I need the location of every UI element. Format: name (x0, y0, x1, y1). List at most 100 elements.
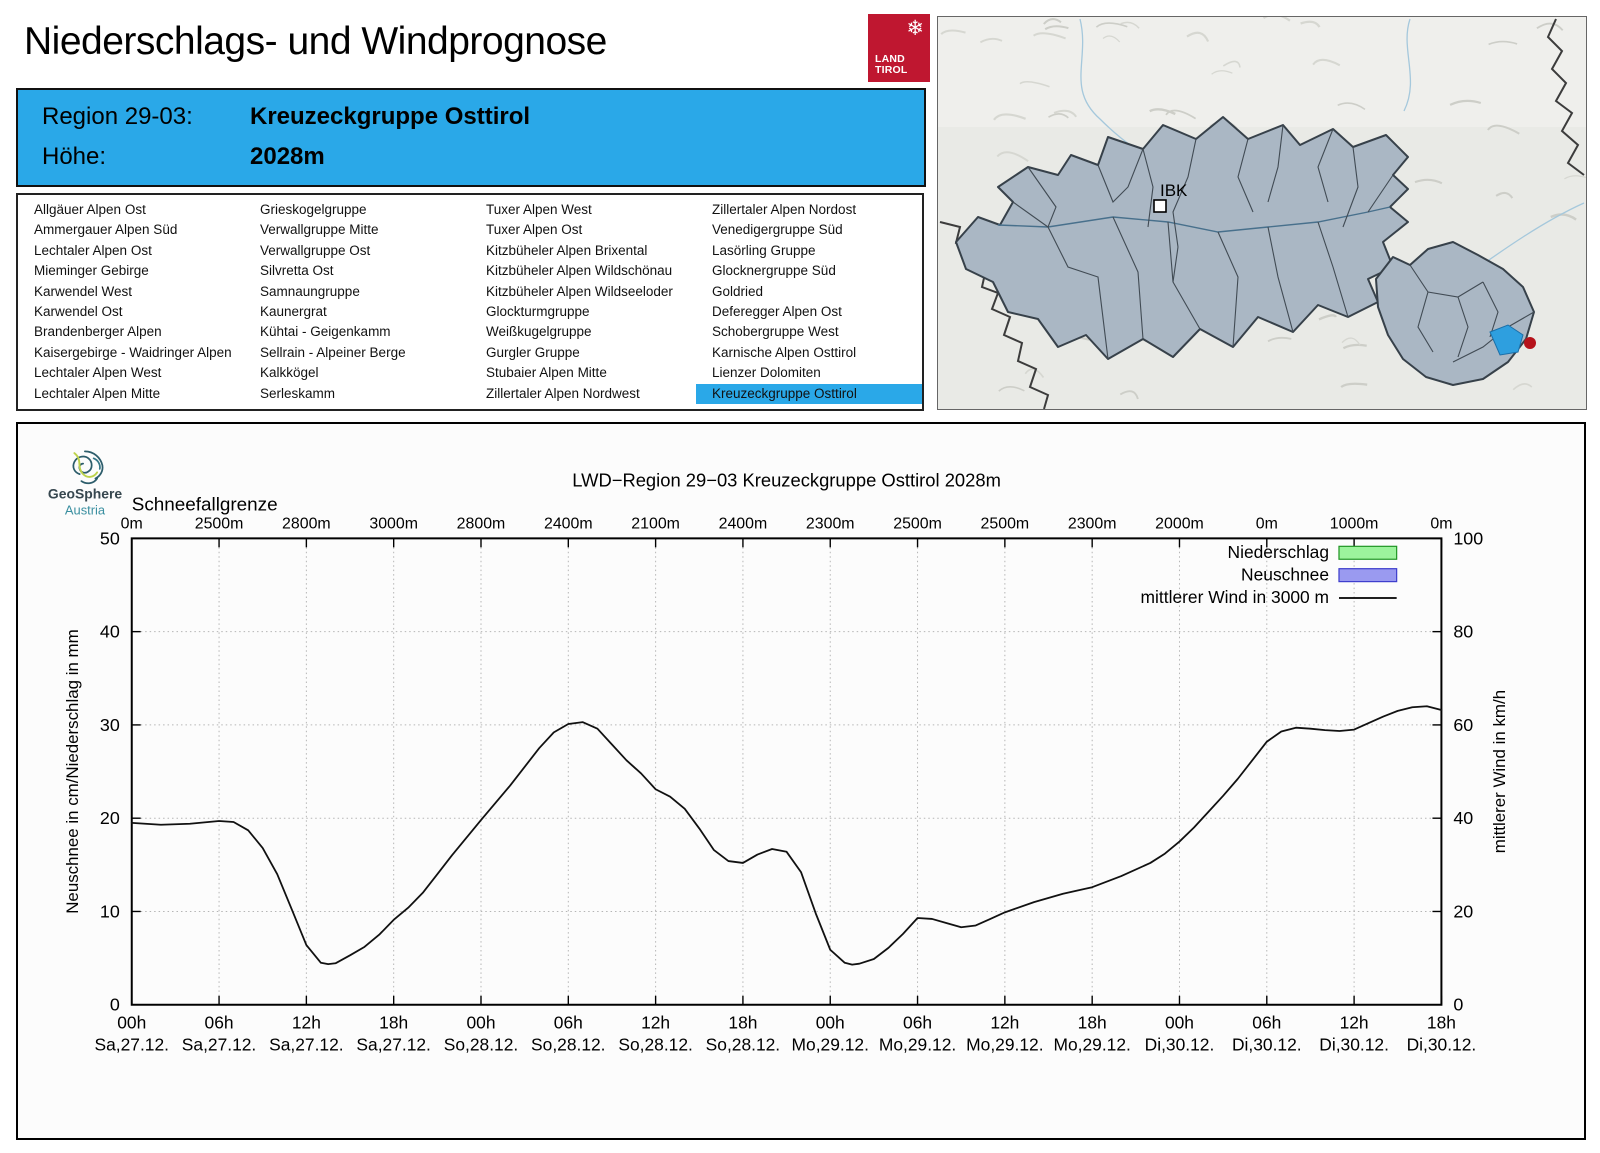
snowline-value: 3000m (369, 515, 418, 532)
region-list-item[interactable]: Kalkkögel (244, 363, 470, 383)
region-list-item[interactable]: Lasörling Gruppe (696, 241, 922, 261)
region-list-item[interactable]: Karnische Alpen Osttirol (696, 343, 922, 363)
region-list-item[interactable]: Goldried (696, 282, 922, 302)
geosphere-logo: GeoSphereAustria (48, 450, 122, 517)
region-list-item[interactable]: Lechtaler Alpen Ost (18, 241, 244, 261)
region-list-item[interactable]: Weißkugelgruppe (470, 322, 696, 342)
region-list-item[interactable]: Glocknergruppe Süd (696, 261, 922, 281)
region-list-item[interactable]: Kitzbüheler Alpen Brixental (470, 241, 696, 261)
y-tick-left-label: 40 (100, 622, 120, 642)
y-tick-right-label: 20 (1453, 901, 1473, 921)
region-list-item[interactable]: Zillertaler Alpen Nordost (696, 200, 922, 220)
legend-label: Neuschnee (1241, 565, 1329, 585)
region-list-column: Zillertaler Alpen Nordost Venedigergruppe… (696, 200, 922, 404)
forecast-chart: GeoSphereAustria LWD−Region 29−03 Kreuzec… (48, 450, 1509, 1054)
plot-border (130, 537, 1443, 1006)
legend-label: mittlerer Wind in 3000 m (1141, 587, 1329, 607)
altitude-label: Höhe: (42, 143, 107, 170)
region-list-item[interactable]: Samnaungruppe (244, 282, 470, 302)
chart-box: GeoSphere Austria LWD−Region 29−03 Kreuzec… (16, 422, 1586, 1140)
x-tick-hour-label: 18h (379, 1013, 408, 1033)
region-list-item[interactable]: Mieminger Gebirge (18, 261, 244, 281)
region-list-item[interactable]: Gurgler Gruppe (470, 343, 696, 363)
x-tick-day-label: So,28.12. (444, 1034, 518, 1054)
x-tick-hour-label: 00h (466, 1013, 495, 1033)
y-tick-left-label: 50 (100, 528, 120, 548)
snowline-value: 0m (121, 515, 143, 532)
region-list-item-selected[interactable]: Kreuzeckgruppe Osttirol (696, 383, 922, 404)
x-tick-day-label: Mo,29.12. (966, 1034, 1043, 1054)
legend-swatch-niederschlag (1338, 545, 1398, 560)
snowline-value: 2500m (893, 515, 942, 532)
region-list-item[interactable]: Sellrain - Alpeiner Berge (244, 343, 470, 363)
region-list-column: Tuxer Alpen West Tuxer Alpen Ost Kitzbühel… (470, 200, 696, 404)
x-tick-hour-label: 00h (816, 1013, 845, 1033)
region-list-item[interactable]: Verwallgruppe Ost (244, 241, 470, 261)
region-list-item[interactable]: Allgäuer Alpen Ost (18, 200, 244, 220)
x-tick-day-label: Di,30.12. (1407, 1034, 1477, 1054)
region-list-item[interactable]: Schobergruppe West (696, 322, 922, 342)
region-list-item[interactable]: Karwendel Ost (18, 302, 244, 322)
legend-label: Niederschlag (1228, 542, 1330, 562)
x-tick-hour-label: 12h (990, 1013, 1019, 1033)
map-svg: IBK (938, 13, 1591, 410)
x-tick-day-label: Di,30.12. (1145, 1034, 1215, 1054)
snowline-value: 2400m (719, 515, 768, 532)
region-list-item[interactable]: Karwendel West (18, 282, 244, 302)
snowflake-icon: ❄ (906, 17, 924, 40)
logo-line2: TIROL (875, 64, 908, 76)
geosphere-country: Austria (65, 502, 106, 517)
tick-marks (131, 537, 1443, 1006)
snowline-value: 2300m (806, 515, 855, 532)
ibk-city-marker (1153, 199, 1167, 213)
page-title: Niederschlags- und Windprognose (24, 20, 607, 63)
altitude-value: 2028m (250, 143, 325, 170)
snowline-value: 0m (1256, 515, 1278, 532)
region-list-item[interactable]: Kitzbüheler Alpen Wildseeloder (470, 282, 696, 302)
region-list-item[interactable]: Zillertaler Alpen Nordwest (470, 384, 696, 404)
tirol-region-map: IBK (937, 13, 1591, 410)
gridlines (131, 538, 1442, 1005)
region-list-item[interactable]: Brandenberger Alpen (18, 322, 244, 342)
region-header: Region 29-03: Kreuzeckgruppe Osttirol Höh… (16, 88, 926, 187)
x-tick-day-label: Di,30.12. (1232, 1034, 1302, 1054)
geosphere-swirl-icon (72, 450, 104, 485)
region-list-item[interactable]: Grieskogelgruppe (244, 200, 470, 220)
snowline-value: 1000m (1330, 515, 1379, 532)
region-list-item[interactable]: Lienzer Dolomiten (696, 363, 922, 383)
y-axis-right-title: mittlerer Wind in km/h (1490, 690, 1509, 853)
y-tick-right-label: 0 (1453, 995, 1463, 1015)
y-tick-left-label: 10 (100, 901, 120, 921)
snowline-value: 0m (1430, 515, 1452, 532)
x-tick-hour-label: 12h (292, 1013, 321, 1033)
region-list-item[interactable]: Tuxer Alpen Ost (470, 220, 696, 240)
region-list-item[interactable]: Silvretta Ost (244, 261, 470, 281)
region-list-item[interactable]: Kitzbüheler Alpen Wildschönau (470, 261, 696, 281)
chart-title: LWD−Region 29−03 Kreuzeckgruppe Osttirol… (572, 470, 1001, 491)
region-list-item[interactable]: Kaisergebirge - Waidringer Alpen (18, 343, 244, 363)
y-tick-left-label: 20 (100, 808, 120, 828)
region-list-item[interactable]: Serleskamm (244, 384, 470, 404)
x-tick-hour-label: 00h (117, 1013, 146, 1033)
x-tick-hour-label: 18h (1427, 1013, 1456, 1033)
y-tick-right-label: 40 (1453, 808, 1473, 828)
legend-swatch-neuschnee (1338, 568, 1398, 583)
region-list-item[interactable]: Venedigergruppe Süd (696, 220, 922, 240)
region-list-item[interactable]: Kühtai - Geigenkamm (244, 322, 470, 342)
region-list-item[interactable]: Deferegger Alpen Ost (696, 302, 922, 322)
x-tick-hour-label: 18h (728, 1013, 757, 1033)
x-tick-hour-label: 06h (903, 1013, 932, 1033)
x-tick-day-label: Sa,27.12. (356, 1034, 430, 1054)
region-list-item[interactable]: Glockturmgruppe (470, 302, 696, 322)
region-list-item[interactable]: Stubaier Alpen Mitte (470, 363, 696, 383)
x-tick-hour-label: 06h (554, 1013, 583, 1033)
region-list-item[interactable]: Kaunergrat (244, 302, 470, 322)
snowline-value: 2000m (1155, 515, 1204, 532)
region-list-item[interactable]: Lechtaler Alpen West (18, 363, 244, 383)
region-list-item[interactable]: Lechtaler Alpen Mitte (18, 384, 244, 404)
region-list-item[interactable]: Verwallgruppe Mitte (244, 220, 470, 240)
region-list-item[interactable]: Tuxer Alpen West (470, 200, 696, 220)
region-list-item[interactable]: Ammergauer Alpen Süd (18, 220, 244, 240)
x-tick-day-label: Sa,27.12. (182, 1034, 256, 1054)
x-tick-day-label: Sa,27.12. (269, 1034, 343, 1054)
